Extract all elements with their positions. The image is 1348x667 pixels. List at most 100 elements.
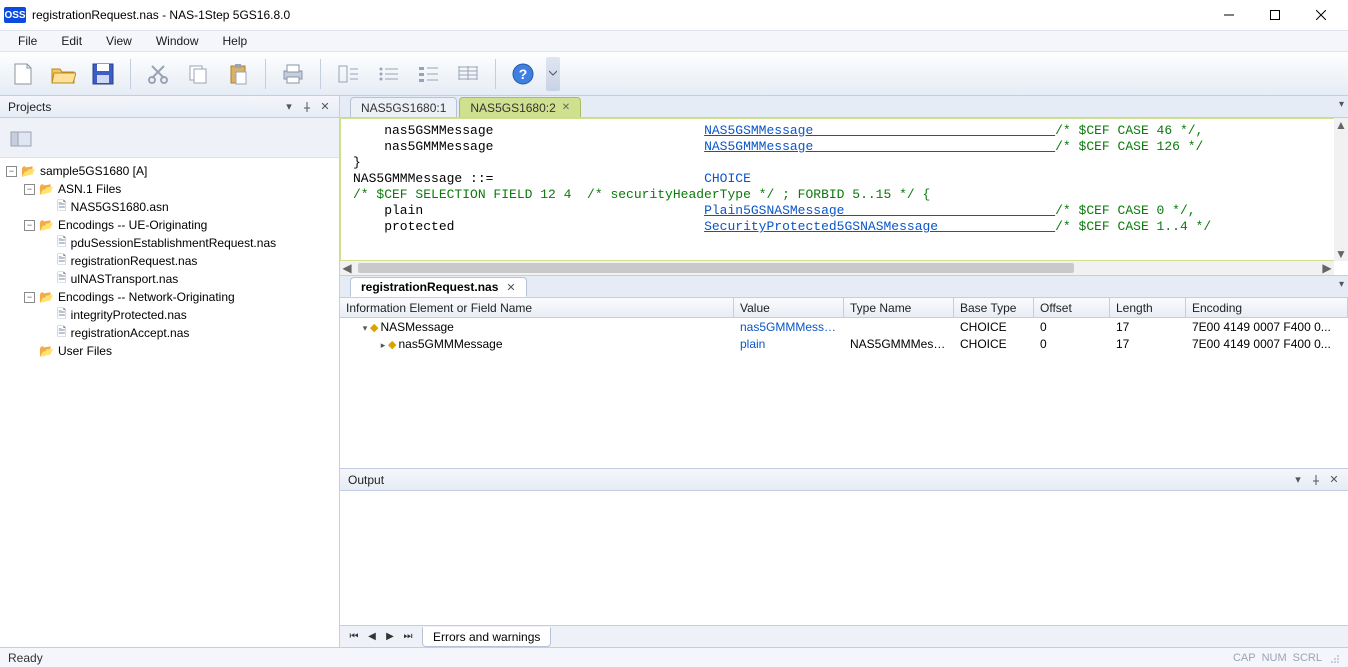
nav-first-icon[interactable]: ⏮ — [346, 629, 362, 645]
tree-expander[interactable]: − — [24, 184, 35, 195]
scroll-up-icon[interactable]: ▲ — [1334, 118, 1348, 132]
nav-last-icon[interactable]: ⏭ — [400, 629, 416, 645]
nav-next-icon[interactable]: ▶ — [382, 629, 398, 645]
tree-item[interactable]: 🗎NAS5GS1680.asn — [0, 198, 339, 216]
code-tab-active[interactable]: NAS5GS1680:2 ✕ — [459, 97, 581, 117]
tree-expander[interactable]: − — [24, 292, 35, 303]
output-title: Output — [348, 473, 384, 487]
save-button[interactable] — [86, 57, 120, 91]
column-header[interactable]: Base Type — [954, 298, 1034, 317]
cell-offset: 0 — [1034, 320, 1110, 334]
table-row[interactable]: ▾◆NASMessagenas5GMMMessa...CHOICE0177E00… — [340, 318, 1348, 335]
open-button[interactable] — [46, 57, 80, 91]
cut-button[interactable] — [141, 57, 175, 91]
tab-dropdown-icon[interactable]: ▾ — [1339, 99, 1344, 110]
file-icon: 🗎 — [57, 269, 67, 290]
projects-toolbar — [0, 118, 339, 158]
tree-item[interactable]: 🗎registrationAccept.nas — [0, 324, 339, 342]
toolbar-separator — [130, 59, 131, 89]
panel-close-icon[interactable]: ✕ — [317, 99, 333, 115]
code-tab-inactive[interactable]: NAS5GS1680:1 — [350, 97, 457, 117]
scroll-thumb[interactable] — [358, 263, 1074, 273]
tree-item[interactable]: 🗎ulNASTransport.nas — [0, 270, 339, 288]
panel-dropdown-icon[interactable]: ▾ — [1290, 472, 1306, 488]
close-button[interactable] — [1298, 0, 1344, 30]
tree-item[interactable]: −📂Encodings -- Network-Originating — [0, 288, 339, 306]
horizontal-scrollbar[interactable]: ◀ ▶ — [340, 261, 1334, 275]
resize-grip-icon[interactable] — [1328, 652, 1340, 664]
cell-value: plain — [734, 337, 844, 351]
tree-item[interactable]: 🗎pduSessionEstablishmentRequest.nas — [0, 234, 339, 252]
column-header[interactable]: Value — [734, 298, 844, 317]
errors-tab[interactable]: Errors and warnings — [422, 627, 551, 647]
column-header[interactable]: Encoding — [1186, 298, 1348, 317]
new-button[interactable] — [6, 57, 40, 91]
tree-item[interactable]: 🗎integrityProtected.nas — [0, 306, 339, 324]
column-header[interactable]: Information Element or Field Name — [340, 298, 734, 317]
layout4-button[interactable] — [451, 57, 485, 91]
tab-dropdown-icon[interactable]: ▾ — [1339, 279, 1344, 290]
tree-item[interactable]: 🗎registrationRequest.nas — [0, 252, 339, 270]
cell-name: NASMessage — [380, 320, 453, 334]
menu-view[interactable]: View — [96, 32, 142, 50]
menu-window[interactable]: Window — [146, 32, 209, 50]
scroll-down-icon[interactable]: ▼ — [1334, 247, 1348, 261]
tree-expander[interactable]: − — [24, 220, 35, 231]
column-header[interactable]: Length — [1110, 298, 1186, 317]
layout1-button[interactable] — [331, 57, 365, 91]
nav-prev-icon[interactable]: ◀ — [364, 629, 380, 645]
code-tab-label: NAS5GS1680:2 — [470, 101, 555, 115]
tree-item[interactable]: 📂 User Files — [0, 342, 339, 360]
maximize-button[interactable] — [1252, 0, 1298, 30]
row-expander[interactable]: ▸ — [378, 340, 388, 351]
scroll-right-icon[interactable]: ▶ — [1320, 261, 1334, 275]
tree-label: User Files — [58, 344, 112, 358]
tree-item[interactable]: −📂sample5GS1680 [A] — [0, 162, 339, 180]
panel-close-icon[interactable]: ✕ — [1326, 472, 1342, 488]
minimize-button[interactable] — [1206, 0, 1252, 30]
close-icon[interactable]: ✕ — [562, 102, 570, 113]
layout3-button[interactable] — [411, 57, 445, 91]
table-row[interactable]: ▸◆nas5GMMMessageplainNAS5GMMMess...CHOIC… — [340, 335, 1348, 352]
projects-title: Projects — [8, 100, 51, 114]
toolbar-overflow[interactable] — [546, 57, 560, 91]
menu-edit[interactable]: Edit — [51, 32, 92, 50]
column-header[interactable]: Type Name — [844, 298, 954, 317]
row-expander[interactable]: ▾ — [360, 323, 370, 334]
panel-pin-icon[interactable] — [1308, 472, 1324, 488]
close-icon[interactable]: ✕ — [506, 281, 515, 294]
projects-tool-button[interactable] — [6, 123, 36, 153]
menu-file[interactable]: File — [8, 32, 47, 50]
code-editor[interactable]: nas5GSMMessage NAS5GSMMessage /* $CEF CA… — [340, 118, 1348, 276]
copy-button[interactable] — [181, 57, 215, 91]
vertical-scrollbar[interactable]: ▲ ▼ — [1334, 118, 1348, 261]
decode-table[interactable]: Information Element or Field Name Value … — [340, 298, 1348, 468]
tree-expander[interactable]: − — [6, 166, 17, 177]
toolbar: ? — [0, 52, 1348, 96]
output-header: Output ▾ ✕ — [340, 469, 1348, 491]
window-title: registrationRequest.nas - NAS-1Step 5GS1… — [32, 8, 1206, 22]
layout2-button[interactable] — [371, 57, 405, 91]
panel-pin-icon[interactable] — [299, 99, 315, 115]
folder-icon: 📂 — [39, 182, 54, 196]
cell-length: 17 — [1110, 337, 1186, 351]
panel-dropdown-icon[interactable]: ▾ — [281, 99, 297, 115]
projects-tree[interactable]: −📂sample5GS1680 [A]−📂ASN.1 Files🗎NAS5GS1… — [0, 158, 339, 647]
svg-text:?: ? — [519, 66, 528, 82]
scroll-left-icon[interactable]: ◀ — [340, 261, 354, 275]
toolbar-separator — [265, 59, 266, 89]
tree-item[interactable]: −📂Encodings -- UE-Originating — [0, 216, 339, 234]
column-header[interactable]: Offset — [1034, 298, 1110, 317]
projects-panel: Projects ▾ ✕ −📂sample5GS1680 [A]−📂ASN.1 … — [0, 96, 340, 647]
folder-icon: 📂 — [39, 344, 54, 358]
app-icon: OSS — [4, 7, 26, 23]
menu-help[interactable]: Help — [213, 32, 258, 50]
paste-button[interactable] — [221, 57, 255, 91]
decode-tab[interactable]: registrationRequest.nas ✕ — [350, 277, 527, 297]
print-button[interactable] — [276, 57, 310, 91]
output-body[interactable] — [340, 491, 1348, 625]
help-button[interactable]: ? — [506, 57, 540, 91]
cell-length: 17 — [1110, 320, 1186, 334]
tree-item[interactable]: −📂ASN.1 Files — [0, 180, 339, 198]
cell-base: CHOICE — [954, 320, 1034, 334]
